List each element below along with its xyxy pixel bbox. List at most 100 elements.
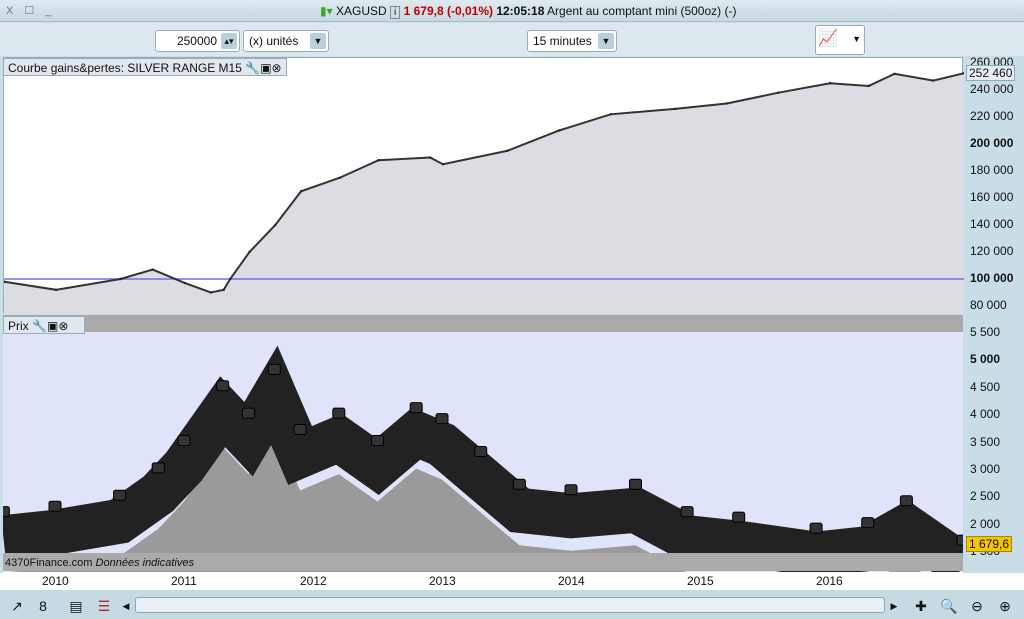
info-icon[interactable]: i bbox=[390, 6, 401, 19]
price-brick bbox=[861, 517, 875, 529]
zoom-in-icon[interactable]: ⊕ bbox=[996, 597, 1014, 615]
quantity-stepper[interactable]: 250000 ▴▾ bbox=[155, 30, 240, 52]
y-tick-label: 160 000 bbox=[970, 190, 1014, 204]
price-brick bbox=[809, 522, 823, 534]
equity-point bbox=[777, 91, 780, 94]
timeframe-select[interactable]: 15 minutes ▼ bbox=[527, 30, 617, 52]
equity-point bbox=[725, 102, 728, 105]
equity-point bbox=[428, 156, 432, 159]
crosshair-icon[interactable]: ✚ bbox=[912, 597, 930, 615]
stepper-arrows-icon[interactable]: ▴▾ bbox=[221, 33, 237, 49]
equity-current-value: 252 460 bbox=[966, 65, 1016, 81]
toolbar: 250000 ▴▾ (x) unités ▼ 15 minutes ▼ 📈 ▼ bbox=[0, 23, 1024, 56]
equity-chart[interactable] bbox=[3, 57, 966, 314]
equity-point bbox=[274, 223, 277, 227]
price-brick bbox=[48, 500, 62, 512]
add-chart-icon[interactable]: ↗ bbox=[8, 597, 26, 615]
equity-point bbox=[828, 82, 832, 85]
auto-zoom-icon[interactable]: 🔍 bbox=[940, 597, 958, 615]
y-tick-label: 200 000 bbox=[970, 136, 1014, 150]
unit-value: (x) unités bbox=[249, 34, 299, 48]
equity-area bbox=[4, 73, 965, 314]
price-brick bbox=[267, 363, 281, 375]
price-brick bbox=[371, 435, 384, 446]
y-tick-label: 2 000 bbox=[970, 516, 1001, 531]
equity-point bbox=[248, 250, 251, 254]
wrench-icon[interactable]: 🔧 bbox=[32, 319, 47, 333]
unit-select[interactable]: (x) unités ▼ bbox=[243, 30, 329, 52]
drawing-icon[interactable]: ▤ bbox=[67, 597, 85, 615]
orders-icon[interactable]: ☰ bbox=[95, 597, 113, 615]
price-brick bbox=[293, 424, 307, 436]
y-tick-label: 140 000 bbox=[970, 217, 1014, 231]
equity-point bbox=[557, 129, 561, 132]
wrench-icon[interactable]: 🔧 bbox=[245, 61, 260, 75]
y-tick-label: 80 000 bbox=[970, 298, 1007, 312]
timeframe-value: 15 minutes bbox=[533, 34, 592, 48]
instrument-description: Argent au comptant mini (500oz) (-) bbox=[547, 4, 737, 18]
bottom-toolbar: ↗ 8 ▤ ☰ ◀ ▶ ✚ 🔍 ⊖ ⊕ bbox=[0, 590, 1024, 619]
zoom-out-icon[interactable]: ⊖ bbox=[968, 597, 986, 615]
equity-point bbox=[54, 288, 58, 291]
chevron-down-icon[interactable]: ▼ bbox=[598, 33, 614, 49]
price-brick bbox=[629, 478, 642, 490]
y-tick-label: 180 000 bbox=[970, 163, 1014, 177]
title-bar: X ☐ _ ▮▾ XAGUSD i 1 679,8 (-0,01%) 12:05… bbox=[0, 0, 1024, 22]
price-brick bbox=[899, 495, 913, 507]
price-brick bbox=[242, 407, 255, 419]
clock: 12:05:18 bbox=[496, 4, 545, 18]
x-tick-label: 2010 bbox=[42, 574, 69, 588]
equity-point bbox=[506, 149, 509, 152]
equity-panel-title: Courbe gains&pertes: SILVER RANGE M15 bbox=[8, 61, 242, 75]
price-brick bbox=[680, 506, 694, 518]
chart-style-icon[interactable]: 8 bbox=[34, 597, 52, 615]
equity-point bbox=[377, 159, 380, 162]
y-tick-label: 5 500 bbox=[970, 325, 1001, 339]
x-tick-label: 2013 bbox=[429, 574, 456, 588]
price-brick bbox=[151, 462, 165, 474]
equity-point bbox=[119, 277, 122, 281]
price-brick bbox=[564, 484, 578, 496]
equity-point bbox=[228, 277, 232, 281]
window-icon[interactable]: ▣ bbox=[260, 61, 271, 75]
x-tick-label: 2011 bbox=[171, 574, 197, 588]
time-axis: 2010 2011 2012 2013 2014 2015 2016 bbox=[0, 573, 1024, 590]
y-tick-label: 3 500 bbox=[970, 434, 1001, 449]
chevron-down-icon[interactable]: ▼ bbox=[310, 33, 326, 49]
candlestick-icon[interactable]: ▮▾ bbox=[320, 4, 333, 18]
y-tick-label: 4 000 bbox=[970, 407, 1001, 422]
equity-point bbox=[209, 291, 212, 294]
chevron-down-icon[interactable]: ▼ bbox=[852, 34, 861, 44]
equity-point bbox=[867, 84, 870, 88]
y-tick-label: 5 000 bbox=[970, 352, 1001, 367]
indicator-chart-icon: 📈 bbox=[818, 30, 838, 47]
scroll-left-button[interactable]: ◀ bbox=[120, 597, 132, 615]
equity-point bbox=[609, 113, 612, 116]
x-tick-label: 2016 bbox=[816, 574, 843, 588]
equity-point bbox=[299, 190, 303, 193]
y-tick-label: 100 000 bbox=[970, 271, 1014, 285]
y-tick-label: 3 000 bbox=[970, 461, 1001, 476]
equity-point bbox=[338, 176, 341, 179]
price-brick bbox=[216, 380, 230, 392]
price-brick bbox=[956, 534, 963, 546]
price-chart[interactable]: 4370Finance.com Données indicatives bbox=[3, 315, 963, 573]
scroll-right-button[interactable]: ▶ bbox=[888, 597, 900, 615]
y-tick-label: 240 000 bbox=[970, 82, 1014, 96]
close-icon[interactable]: ⊗ bbox=[58, 319, 68, 333]
equity-panel-header: Courbe gains&pertes: SILVER RANGE M15 🔧▣… bbox=[3, 58, 287, 76]
price-change: 1 679,8 (-0,01%) bbox=[403, 4, 493, 18]
price-brick bbox=[3, 506, 10, 518]
watermark: 4370Finance.com Données indicatives bbox=[5, 557, 194, 569]
y-tick-label: 4 500 bbox=[970, 379, 1001, 394]
window-icon[interactable]: ▣ bbox=[47, 319, 58, 333]
symbol[interactable]: XAGUSD bbox=[336, 4, 387, 18]
equity-point bbox=[151, 268, 154, 271]
window-controls[interactable]: X ☐ _ bbox=[6, 4, 55, 17]
y-tick-label: 2 500 bbox=[970, 489, 1001, 504]
indicator-button[interactable]: 📈 ▼ bbox=[815, 25, 865, 55]
price-panel-title: Prix bbox=[8, 319, 29, 333]
close-icon[interactable]: ⊗ bbox=[272, 61, 282, 75]
horizontal-scrollbar[interactable] bbox=[135, 597, 885, 613]
price-current-value: 1 679,6 bbox=[966, 536, 1013, 552]
